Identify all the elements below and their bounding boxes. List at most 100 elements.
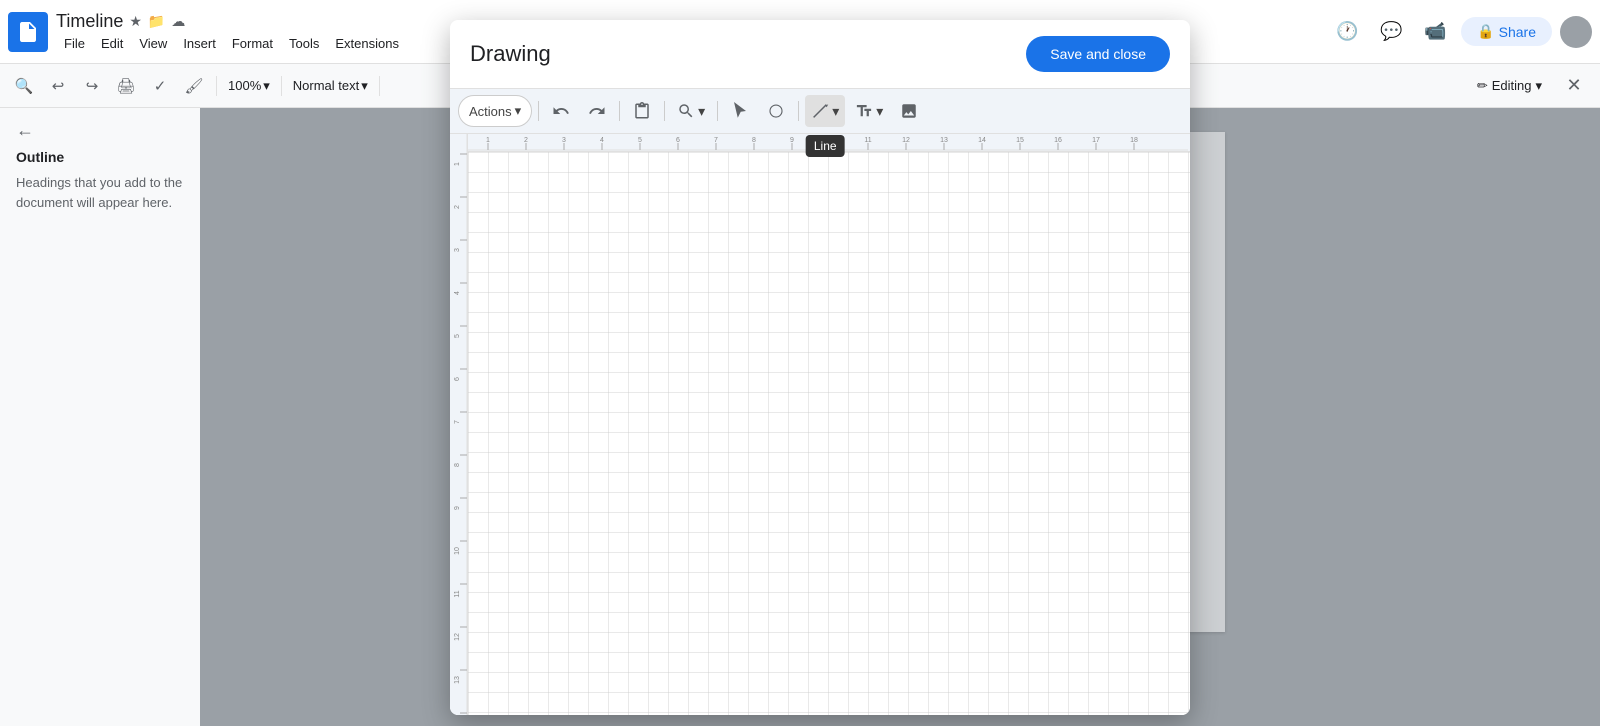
dtb-select-button[interactable] xyxy=(724,95,756,127)
toolbar-divider-1 xyxy=(216,76,217,96)
sidebar-title: Outline xyxy=(16,149,184,165)
pencil-icon: ✏ xyxy=(1477,78,1488,94)
dtb-divider-1 xyxy=(538,101,539,121)
svg-text:5: 5 xyxy=(638,137,642,144)
svg-text:13: 13 xyxy=(454,676,461,684)
svg-text:2: 2 xyxy=(524,137,528,144)
svg-text:11: 11 xyxy=(454,590,461,597)
menu-edit[interactable]: Edit xyxy=(93,34,131,53)
dtb-zoom-button[interactable]: ▾ xyxy=(671,95,711,127)
dtb-shapes-button[interactable] xyxy=(760,95,792,127)
paint-format-toolbar-btn[interactable]: 🖌 xyxy=(178,70,210,102)
dtb-line-button[interactable]: ▾ xyxy=(805,95,845,127)
cloud-icon[interactable]: ☁ xyxy=(171,13,185,30)
dialog-body: 1 2 3 4 5 6 7 8 9 10 11 xyxy=(450,134,1190,715)
user-avatar[interactable] xyxy=(1560,16,1592,48)
share-button[interactable]: 🔒 Share xyxy=(1461,17,1552,46)
editing-label: Editing xyxy=(1492,78,1532,93)
svg-text:14: 14 xyxy=(978,137,986,144)
line-dropdown-chevron: ▾ xyxy=(832,103,839,120)
dtb-redo-button[interactable] xyxy=(581,95,613,127)
svg-text:10: 10 xyxy=(454,547,461,555)
dialog-title: Drawing xyxy=(470,41,1026,67)
editing-chevron: ▾ xyxy=(1535,78,1542,94)
dialog-toolbar: Actions ▾ ▾ xyxy=(450,89,1190,134)
svg-text:18: 18 xyxy=(1130,137,1138,144)
comments-icon[interactable]: 💬 xyxy=(1373,14,1409,50)
folder-icon[interactable]: 📁 xyxy=(148,13,165,30)
dtb-text-button[interactable]: ▾ xyxy=(849,95,889,127)
actions-chevron: ▾ xyxy=(515,103,522,119)
style-value: Normal text xyxy=(293,78,359,93)
docs-sidebar: ← Outline Headings that you add to the d… xyxy=(0,108,200,726)
dtb-divider-2 xyxy=(619,101,620,121)
menu-extensions[interactable]: Extensions xyxy=(327,34,407,53)
svg-text:15: 15 xyxy=(1016,137,1024,144)
style-chevron: ▾ xyxy=(361,78,368,94)
zoom-value: 100% xyxy=(228,78,261,93)
drawing-canvas[interactable] xyxy=(468,152,1190,715)
history-icon[interactable]: 🕐 xyxy=(1329,14,1365,50)
svg-text:6: 6 xyxy=(676,137,680,144)
docs-app-icon xyxy=(8,12,48,52)
dialog-header: Drawing Save and close xyxy=(450,20,1190,89)
menu-view[interactable]: View xyxy=(131,34,175,53)
svg-text:7: 7 xyxy=(454,420,461,424)
svg-text:8: 8 xyxy=(752,137,756,144)
svg-text:12: 12 xyxy=(454,633,461,641)
actions-button[interactable]: Actions ▾ xyxy=(458,95,532,127)
toolbar-divider-2 xyxy=(281,76,282,96)
dtb-clipboard-button[interactable] xyxy=(626,95,658,127)
svg-text:3: 3 xyxy=(454,248,461,252)
ruler-h-svg: 1 2 3 4 5 6 7 8 9 xyxy=(468,134,1188,151)
svg-text:9: 9 xyxy=(790,137,794,144)
title-text: Timeline xyxy=(56,11,123,32)
star-icon[interactable]: ★ xyxy=(129,13,142,30)
sidebar-empty-text: Headings that you add to the document wi… xyxy=(16,173,184,212)
dtb-image-button[interactable] xyxy=(893,95,925,127)
zoom-chevron: ▾ xyxy=(263,78,270,94)
ruler-vertical: 1 2 3 4 5 6 7 8 9 10 11 xyxy=(450,134,468,715)
svg-text:4: 4 xyxy=(600,137,604,144)
svg-text:7: 7 xyxy=(714,137,718,144)
menu-format[interactable]: Format xyxy=(224,34,281,53)
toolbar-divider-3 xyxy=(379,76,380,96)
close-sidebar-icon[interactable]: ✕ xyxy=(1556,68,1592,104)
svg-text:2: 2 xyxy=(454,205,461,209)
dtb-divider-5 xyxy=(798,101,799,121)
dtb-undo-button[interactable] xyxy=(545,95,577,127)
dtb-divider-4 xyxy=(717,101,718,121)
editing-button[interactable]: ✏ Editing ▾ xyxy=(1469,74,1550,98)
ruler-canvas-area: 1 2 3 4 5 6 7 8 9 xyxy=(468,134,1190,715)
menu-file[interactable]: File xyxy=(56,34,93,53)
spellcheck-toolbar-btn[interactable]: ✓ xyxy=(144,70,176,102)
redo-toolbar-btn[interactable]: ↪ xyxy=(76,70,108,102)
save-close-button[interactable]: Save and close xyxy=(1026,36,1170,72)
print-toolbar-btn[interactable]: 🖨 xyxy=(110,70,142,102)
svg-text:9: 9 xyxy=(454,506,461,510)
search-toolbar-btn[interactable]: 🔍 xyxy=(8,70,40,102)
share-label: Share xyxy=(1499,24,1536,40)
zoom-chevron-dtb: ▾ xyxy=(698,103,705,120)
svg-text:1: 1 xyxy=(454,162,461,166)
svg-text:16: 16 xyxy=(1054,137,1062,144)
ruler-horizontal: 1 2 3 4 5 6 7 8 9 xyxy=(468,134,1190,152)
lock-icon: 🔒 xyxy=(1477,23,1494,40)
style-select[interactable]: Normal text ▾ xyxy=(288,72,373,100)
meet-icon[interactable]: 📹 xyxy=(1417,14,1453,50)
svg-text:3: 3 xyxy=(562,137,566,144)
svg-text:17: 17 xyxy=(1092,137,1100,144)
svg-text:1: 1 xyxy=(486,137,490,144)
undo-toolbar-btn[interactable]: ↩ xyxy=(42,70,74,102)
svg-text:13: 13 xyxy=(940,137,948,144)
topbar-right: 🕐 💬 📹 🔒 Share xyxy=(1329,14,1592,50)
actions-label: Actions xyxy=(469,104,512,119)
menu-insert[interactable]: Insert xyxy=(175,34,224,53)
drawing-dialog: Drawing Save and close Actions ▾ ▾ xyxy=(450,20,1190,715)
ruler-v-svg: 1 2 3 4 5 6 7 8 9 10 11 xyxy=(450,134,468,715)
dtb-divider-3 xyxy=(664,101,665,121)
sidebar-back-button[interactable]: ← xyxy=(16,120,184,141)
zoom-select[interactable]: 100% ▾ xyxy=(223,72,275,100)
menu-tools[interactable]: Tools xyxy=(281,34,327,53)
svg-text:11: 11 xyxy=(864,137,871,144)
